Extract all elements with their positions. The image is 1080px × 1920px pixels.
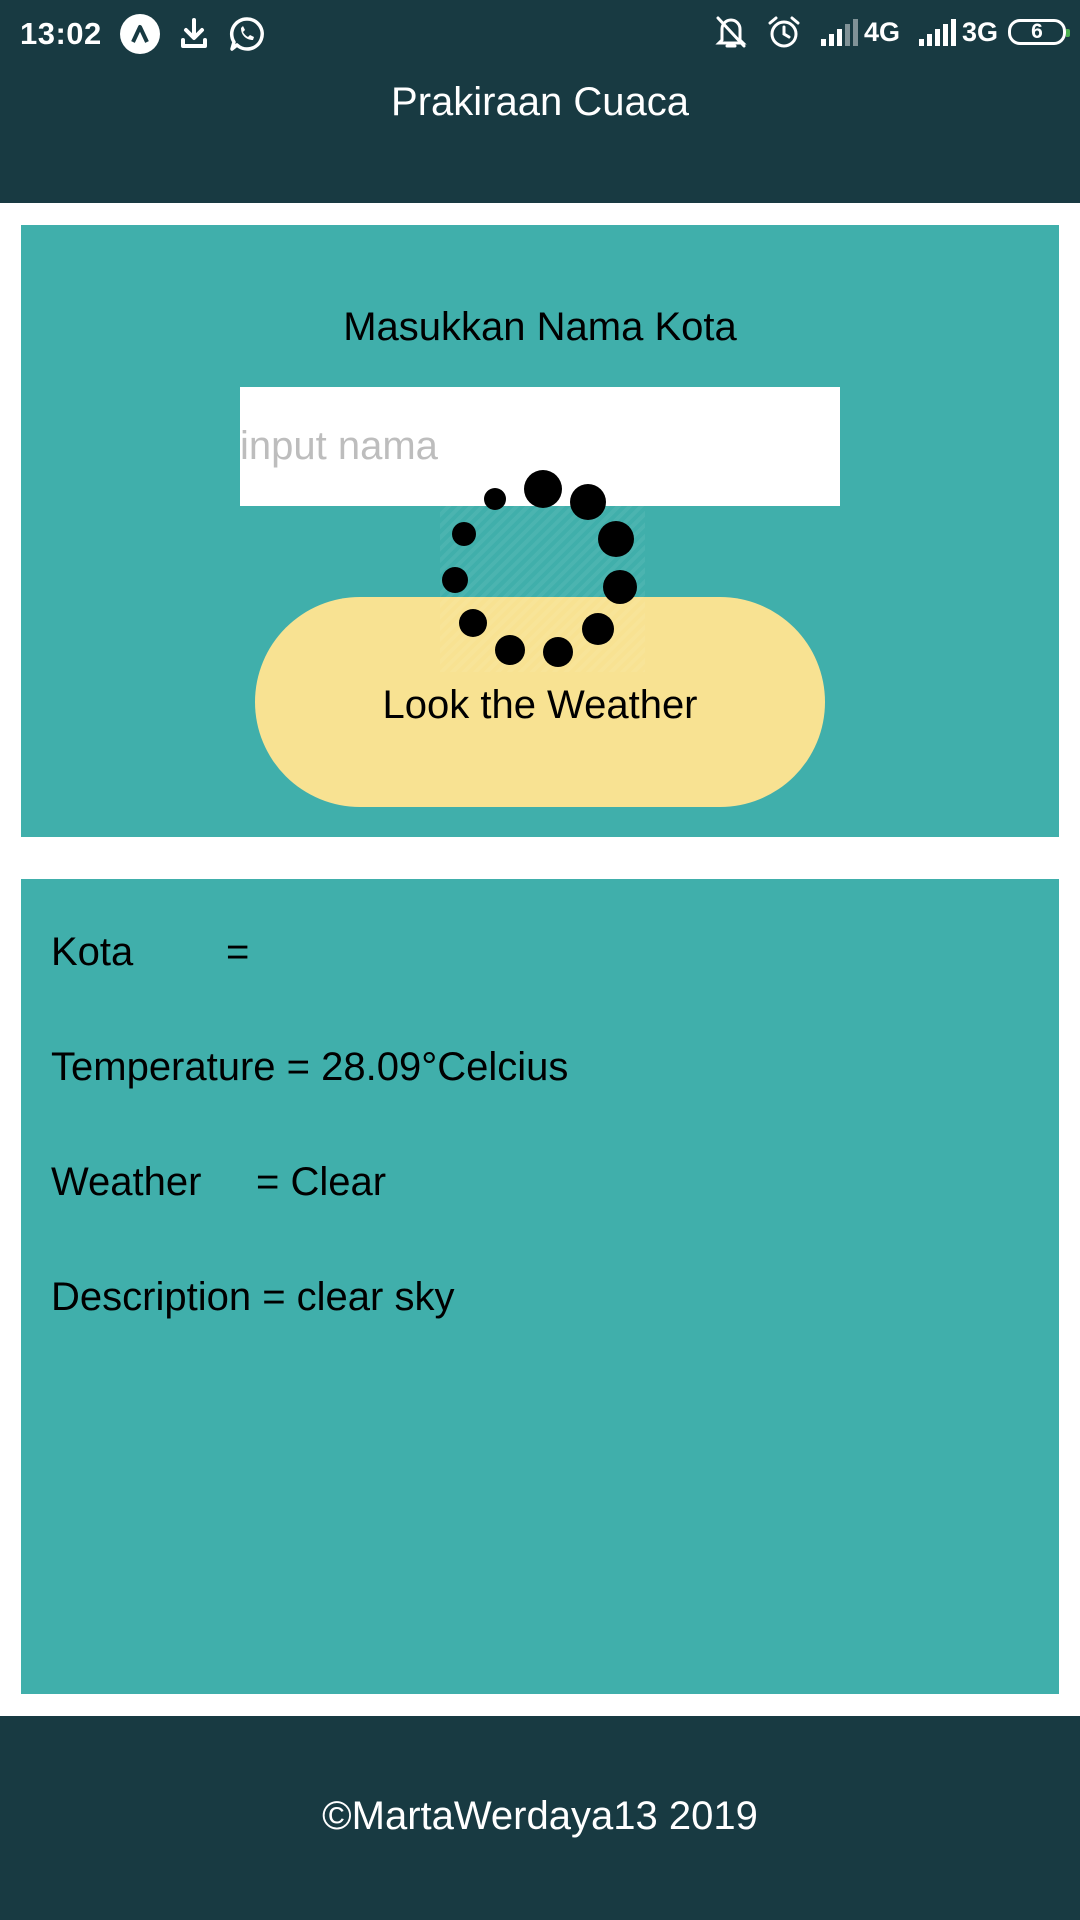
alarm-icon <box>766 14 802 50</box>
input-heading: Masukkan Nama Kota <box>343 305 737 349</box>
loading-spinner-icon <box>440 467 645 672</box>
network-type-2: 3G <box>961 16 998 47</box>
status-time: 13:02 <box>20 16 102 51</box>
status-bar: 13:02 4G 3G 6 <box>0 0 1080 72</box>
weather-label: Weather <box>51 1160 202 1204</box>
kota-label: Kota <box>51 930 134 974</box>
result-kota: Kota = <box>51 930 260 975</box>
status-right: 4G 3G 6 <box>696 14 1070 50</box>
weather-value: = Clear <box>256 1160 387 1204</box>
signal-icon <box>918 17 958 47</box>
kota-separator: = <box>226 930 250 974</box>
whatsapp-icon <box>228 15 266 53</box>
result-weather: Weather = Clear <box>51 1160 386 1205</box>
battery-icon: 6 <box>1008 19 1070 45</box>
status-left: 13:02 <box>20 14 266 54</box>
app-launcher-icon <box>119 14 160 54</box>
result-temperature: Temperature = 28.09°Celcius <box>51 1045 569 1089</box>
battery-level: 6 <box>1031 20 1043 43</box>
signal-icon <box>820 17 860 47</box>
footer-copyright: ©MartaWerdaya13 2019 <box>322 1794 758 1838</box>
notifications-off-icon <box>714 14 748 50</box>
footer: ©MartaWerdaya13 2019 <box>0 1716 1080 1920</box>
network-type-1: 4G <box>863 16 900 47</box>
result-description: Description = clear sky <box>51 1275 455 1319</box>
app-title: Prakiraan Cuaca <box>391 80 689 124</box>
download-icon <box>178 17 210 51</box>
app-bar: 13:02 4G 3G 6 Prakiraan Cuaca <box>0 0 1080 203</box>
look-weather-button-label: Look the Weather <box>382 683 698 727</box>
